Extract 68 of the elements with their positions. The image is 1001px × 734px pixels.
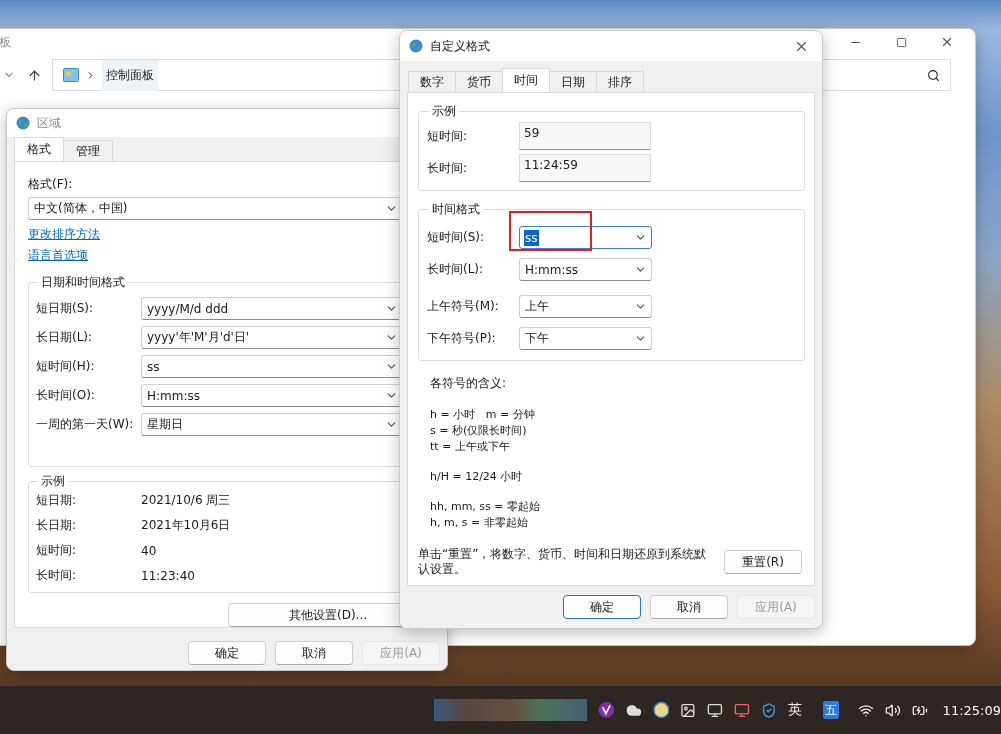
control-panel-icon <box>63 68 79 82</box>
monitor-icon[interactable] <box>734 701 750 719</box>
language-indicator[interactable]: 英 <box>787 701 802 719</box>
window-title: 自定义格式 <box>430 37 490 55</box>
reset-note: 单击“重置”，将数字、货币、时间和日期还原到系统默认设置。 <box>418 547 708 577</box>
field-label: 长时间: <box>36 567 77 584</box>
field-label: 一周的第一天(W): <box>36 416 134 433</box>
legend-line: tt = 上午或下午 <box>430 439 511 454</box>
field-label: 长日期(L): <box>36 329 93 346</box>
globe-icon <box>15 115 31 131</box>
dialog-button[interactable]: 确定 <box>188 641 266 665</box>
tab[interactable]: 排序 <box>596 71 644 92</box>
field-label: 短时间: <box>427 127 468 145</box>
group-title: 示例 <box>40 473 66 490</box>
field-label: 短时间: <box>36 542 77 559</box>
ime-indicator[interactable]: 五 <box>822 701 840 719</box>
dialog-button[interactable]: 取消 <box>650 595 728 619</box>
field-label: 短日期: <box>36 492 77 509</box>
tab[interactable]: 管理 <box>63 140 113 161</box>
field-label: 短时间(H): <box>36 358 95 375</box>
field-label: 短时间(S): <box>427 229 485 246</box>
legend-line: hh, mm, ss = 零起始 <box>430 499 542 514</box>
legend-line: h/H = 12/24 小时 <box>430 469 524 484</box>
field-value: 2021年10月6日 <box>141 517 231 534</box>
field-label: 长日期: <box>36 517 77 534</box>
reset-button[interactable]: 重置(R) <box>724 550 802 574</box>
tab[interactable]: 货币 <box>455 71 503 92</box>
window-title: 区域 <box>37 114 61 132</box>
monitor-icon[interactable] <box>707 701 723 719</box>
field-label: 长时间: <box>427 159 468 177</box>
circle-icon[interactable] <box>652 701 670 719</box>
field-value: 11:23:40 <box>141 568 195 583</box>
legend-line: h, m, s = 非零起始 <box>430 515 529 530</box>
tab[interactable]: 格式 <box>14 137 64 161</box>
preview-field: 11:24:59 <box>519 154 651 182</box>
search-icon[interactable] <box>927 68 940 82</box>
group-title: 日期和时间格式 <box>40 274 126 291</box>
legend-title: 各符号的含义: <box>430 375 508 392</box>
field-label: 上午符号(M): <box>427 298 499 315</box>
breadcrumb-item[interactable]: 控制面板 <box>102 59 158 91</box>
link[interactable]: 语言首选项 <box>28 247 88 264</box>
clock[interactable]: 11:25:09 <box>942 702 1001 718</box>
preview-field: 59 <box>519 122 651 150</box>
dialog-button[interactable]: 取消 <box>275 641 353 665</box>
legend-line: h = 小时 m = 分钟 <box>430 407 536 422</box>
dialog-button[interactable]: 确定 <box>563 595 641 619</box>
tab[interactable]: 数字 <box>408 71 456 92</box>
field-label: 长时间(O): <box>36 387 95 404</box>
shield-icon[interactable] <box>760 701 777 719</box>
link[interactable]: 更改排序方法 <box>28 226 100 243</box>
field-label: 下午符号(P): <box>427 330 496 347</box>
close-icon[interactable] <box>940 35 954 49</box>
image-icon[interactable] <box>680 701 697 719</box>
field-value: 2021/10/6 周三 <box>141 492 231 509</box>
v-logo-icon[interactable] <box>598 701 615 719</box>
dropdown[interactable]: 下午 <box>519 327 652 350</box>
group-title: 示例 <box>431 103 457 120</box>
field-label: 短日期(S): <box>36 300 94 317</box>
tab[interactable]: 时间 <box>502 68 550 92</box>
dropdown[interactable]: H:mm:ss <box>519 258 652 281</box>
dropdown[interactable]: 上午 <box>519 295 652 318</box>
field-value: 40 <box>141 543 157 558</box>
maximize-icon[interactable] <box>895 36 907 48</box>
field-label: 格式(F): <box>28 176 74 193</box>
field-label: 长时间(L): <box>427 261 484 278</box>
group-title: 时间格式 <box>431 201 481 218</box>
legend-line: s = 秒(仅限长时间) <box>430 423 528 438</box>
globe-icon <box>408 38 424 54</box>
